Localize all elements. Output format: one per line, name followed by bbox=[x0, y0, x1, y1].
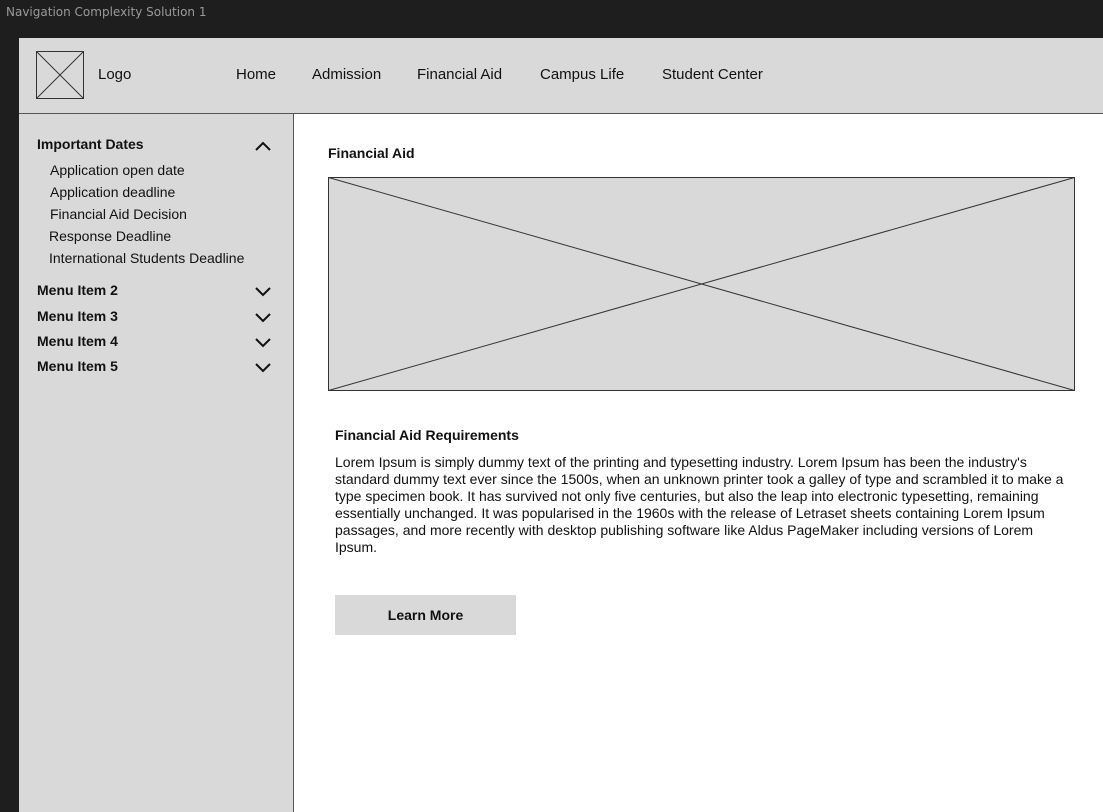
requirements-heading: Financial Aid Requirements bbox=[335, 427, 519, 443]
sidebar-menu-item-5[interactable]: Menu Item 5 bbox=[37, 358, 118, 374]
chevron-down-icon[interactable] bbox=[255, 362, 271, 374]
sidebar-subitem[interactable]: Application deadline bbox=[50, 184, 175, 200]
nav-item-campus-life[interactable]: Campus Life bbox=[540, 66, 624, 83]
nav-item-student-center[interactable]: Student Center bbox=[662, 66, 763, 83]
chevron-down-icon[interactable] bbox=[255, 337, 271, 349]
sidebar-menu-item-4[interactable]: Menu Item 4 bbox=[37, 333, 118, 349]
chevron-down-icon[interactable] bbox=[255, 286, 271, 298]
sidebar-subitem[interactable]: Application open date bbox=[50, 162, 185, 178]
nav-item-financial-aid[interactable]: Financial Aid bbox=[417, 66, 502, 83]
chevron-up-icon[interactable] bbox=[255, 140, 271, 152]
sidebar-subitem[interactable]: Financial Aid Decision bbox=[50, 206, 187, 222]
sidebar-menu-item-2[interactable]: Menu Item 2 bbox=[37, 282, 118, 298]
sidebar-subitem[interactable]: Response Deadline bbox=[49, 228, 171, 244]
learn-more-button[interactable]: Learn More bbox=[335, 595, 516, 635]
page-title: Financial Aid bbox=[328, 145, 415, 161]
sidebar-subitem[interactable]: International Students Deadline bbox=[49, 250, 244, 266]
sidebar: Important Dates Application open date Ap… bbox=[19, 114, 294, 812]
image-placeholder bbox=[328, 177, 1075, 391]
nav-item-home[interactable]: Home bbox=[236, 66, 276, 83]
nav-item-admission[interactable]: Admission bbox=[312, 66, 381, 83]
window-title: Navigation Complexity Solution 1 bbox=[6, 5, 207, 19]
logo-label[interactable]: Logo bbox=[98, 66, 131, 83]
chevron-down-icon[interactable] bbox=[255, 312, 271, 324]
page-frame: Logo Home Admission Financial Aid Campus… bbox=[19, 38, 1103, 812]
requirements-body: Lorem Ipsum is simply dummy text of the … bbox=[335, 454, 1064, 555]
site-header: Logo Home Admission Financial Aid Campus… bbox=[19, 38, 1103, 114]
sidebar-section-important-dates[interactable]: Important Dates bbox=[37, 136, 144, 152]
logo-placeholder-icon[interactable] bbox=[36, 51, 84, 99]
sidebar-menu-item-3[interactable]: Menu Item 3 bbox=[37, 308, 118, 324]
